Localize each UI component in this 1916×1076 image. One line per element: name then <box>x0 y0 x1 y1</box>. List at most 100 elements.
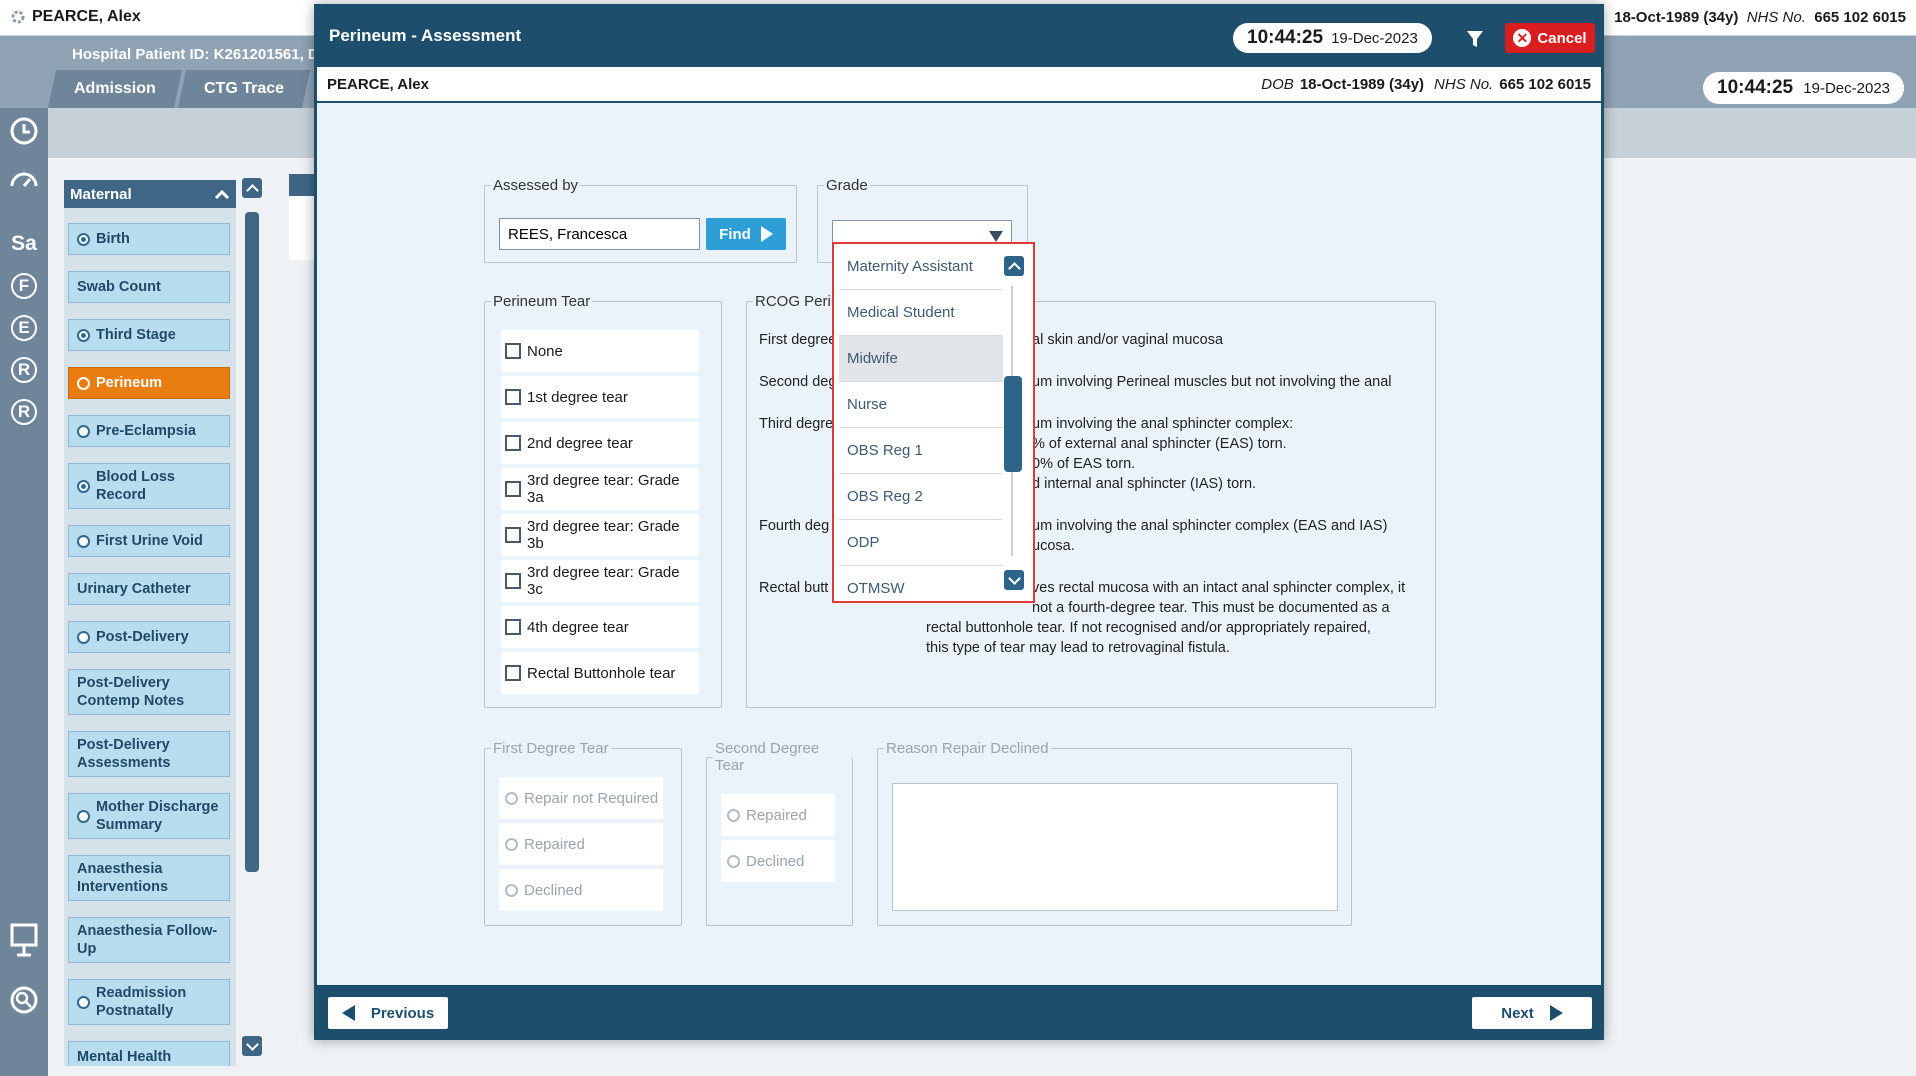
sidebar-item-blood-loss-record[interactable]: Blood Loss Record <box>68 463 230 509</box>
grade-option-midwife[interactable]: Midwife <box>839 336 1003 382</box>
status-radio <box>77 479 90 493</box>
first-degree-declined[interactable]: Declined <box>499 869 663 911</box>
arrow-right-icon <box>1549 1005 1563 1021</box>
perineum-tear-group: Perineum Tear None 1st degree tear 2nd d… <box>484 293 722 708</box>
checkbox[interactable] <box>505 619 521 635</box>
sidebar-item-mother-discharge-summary[interactable]: Mother Discharge Summary <box>68 793 230 839</box>
sidebar-item-third-stage[interactable]: Third Stage <box>68 319 230 351</box>
tab-admission[interactable]: Admission <box>47 70 182 108</box>
rail-item-r1[interactable]: R <box>0 348 48 392</box>
sidebar-scrollbar[interactable] <box>242 178 262 1058</box>
rail-item-r2[interactable]: R <box>0 390 48 434</box>
sidebar-item-perineum[interactable]: Perineum <box>68 367 230 399</box>
grade-option-nurse[interactable]: Nurse <box>839 382 1003 428</box>
grade-option-maternity-assistant[interactable]: Maternity Assistant <box>839 244 1003 290</box>
rcog-second-degree-label: Second deg <box>759 374 837 390</box>
radio-button[interactable] <box>727 808 740 822</box>
sidebar-item-urinary-catheter[interactable]: Urinary Catheter <box>68 573 230 605</box>
rail-item-sa[interactable]: Sa <box>0 222 48 266</box>
find-button[interactable]: Find <box>706 218 786 250</box>
rcog-description: not a fourth-degree tear. This must be d… <box>1032 600 1390 616</box>
first-degree-repaired[interactable]: Repaired <box>499 823 663 865</box>
filter-icon[interactable] <box>1465 29 1485 49</box>
rcog-fourth-degree-label: Fourth deg <box>759 518 830 534</box>
dialog-title: Perineum - Assessment <box>329 26 522 45</box>
sidebar-item-birth[interactable]: Birth <box>68 223 230 255</box>
checkbox[interactable] <box>505 389 521 405</box>
patient-name: PEARCE, Alex <box>32 8 141 25</box>
chevron-up-icon[interactable] <box>214 188 230 200</box>
radio-button[interactable] <box>505 791 518 805</box>
assessed-by-legend: Assessed by <box>493 177 579 194</box>
radio-button[interactable] <box>505 883 518 897</box>
first-degree-repair-not-required[interactable]: Repair not Required <box>499 777 663 819</box>
tear-option-grade-3a[interactable]: 3rd degree tear: Grade 3a <box>501 468 699 510</box>
sidebar-item-anaesthesia-follow-up[interactable]: Anaesthesia Follow-Up <box>68 917 230 963</box>
sidebar-item-swab-count[interactable]: Swab Count <box>68 271 230 303</box>
checkbox[interactable] <box>505 343 521 359</box>
first-degree-tear-legend: First Degree Tear <box>493 740 609 757</box>
tear-option-grade-3c[interactable]: 3rd degree tear: Grade 3c <box>501 560 699 602</box>
checkbox[interactable] <box>505 481 521 497</box>
rcog-description: um involving the anal sphincter complex … <box>1032 518 1388 534</box>
status-radio <box>77 534 90 548</box>
grade-option-otmsw[interactable]: OTMSW <box>839 566 1003 601</box>
scroll-up-icon[interactable] <box>242 178 262 198</box>
assessed-by-input[interactable] <box>499 218 700 250</box>
rcog-description: al skin and/or vaginal mucosa <box>1032 332 1224 348</box>
sidebar-item-mental-health[interactable]: Mental Health <box>68 1041 230 1066</box>
sidebar-item-post-delivery-assessments[interactable]: Post-Delivery Assessments <box>68 731 230 777</box>
next-button[interactable]: Next <box>1472 997 1592 1029</box>
tear-option-1st-degree[interactable]: 1st degree tear <box>501 376 699 418</box>
sidebar-item-pre-eclampsia[interactable]: Pre-Eclampsia <box>68 415 230 447</box>
cancel-button[interactable]: ✕ Cancel <box>1505 23 1595 53</box>
checkbox[interactable] <box>505 527 521 543</box>
scroll-thumb[interactable] <box>245 212 259 872</box>
dropdown-scroll-down[interactable] <box>1004 570 1024 590</box>
checkbox[interactable] <box>505 435 521 451</box>
reason-repair-declined-textarea[interactable] <box>892 783 1338 911</box>
grade-option-obs-reg-2[interactable]: OBS Reg 2 <box>839 474 1003 520</box>
radio-button[interactable] <box>505 837 518 851</box>
search-icon[interactable] <box>0 978 48 1022</box>
tear-option-grade-3b[interactable]: 3rd degree tear: Grade 3b <box>501 514 699 556</box>
rail-item-f[interactable]: F <box>0 264 48 308</box>
presentation-icon[interactable] <box>0 918 48 962</box>
checkbox[interactable] <box>505 665 521 681</box>
sidebar-item-readmission-postnatally[interactable]: Readmission Postnatally <box>68 979 230 1025</box>
status-radio <box>77 809 90 823</box>
dropdown-scroll-thumb[interactable] <box>1004 376 1022 472</box>
checkbox[interactable] <box>505 573 521 589</box>
sidebar-item-label: Mother Discharge Summary <box>96 798 219 833</box>
second-degree-tear-legend: Second Degree Tear <box>715 740 820 774</box>
tear-option-4th-degree[interactable]: 4th degree tear <box>501 606 699 648</box>
second-degree-declined[interactable]: Declined <box>721 840 835 882</box>
tear-option-none[interactable]: None <box>501 330 699 372</box>
grade-legend: Grade <box>826 177 868 194</box>
second-degree-repaired[interactable]: Repaired <box>721 794 835 836</box>
rail-letter: E <box>11 315 37 341</box>
scroll-down-icon[interactable] <box>242 1036 262 1056</box>
tab-label: Admission <box>74 80 156 97</box>
grade-option-odp[interactable]: ODP <box>839 520 1003 566</box>
sidebar-item-first-urine-void[interactable]: First Urine Void <box>68 525 230 557</box>
gauge-icon[interactable] <box>0 158 48 202</box>
grade-option-obs-reg-1[interactable]: OBS Reg 1 <box>839 428 1003 474</box>
clock-icon[interactable] <box>0 108 48 152</box>
tab-ctg-trace[interactable]: CTG Trace <box>177 70 310 108</box>
previous-button[interactable]: Previous <box>328 997 448 1029</box>
radio-button[interactable] <box>727 854 740 868</box>
tear-option-rectal-buttonhole[interactable]: Rectal Buttonhole tear <box>501 652 699 694</box>
grade-dropdown-list[interactable]: Maternity Assistant Medical Student Midw… <box>832 242 1035 603</box>
sidebar-section-header[interactable]: Maternal <box>64 180 236 208</box>
rail-item-e[interactable]: E <box>0 306 48 350</box>
sidebar-item-post-delivery-contemp-notes[interactable]: Post-Delivery Contemp Notes <box>68 669 230 715</box>
nhs-number: 665 102 6015 <box>1814 9 1906 26</box>
rcog-description: % of external anal sphincter (EAS) torn. <box>1032 436 1287 452</box>
dropdown-scroll-up[interactable] <box>1004 256 1024 276</box>
tear-option-2nd-degree[interactable]: 2nd degree tear <box>501 422 699 464</box>
grade-option-medical-student[interactable]: Medical Student <box>839 290 1003 336</box>
sidebar-item-post-delivery[interactable]: Post-Delivery <box>68 621 230 653</box>
tear-option-label: Rectal Buttonhole tear <box>527 664 676 682</box>
sidebar-item-anaesthesia-interventions[interactable]: Anaesthesia Interventions <box>68 855 230 901</box>
